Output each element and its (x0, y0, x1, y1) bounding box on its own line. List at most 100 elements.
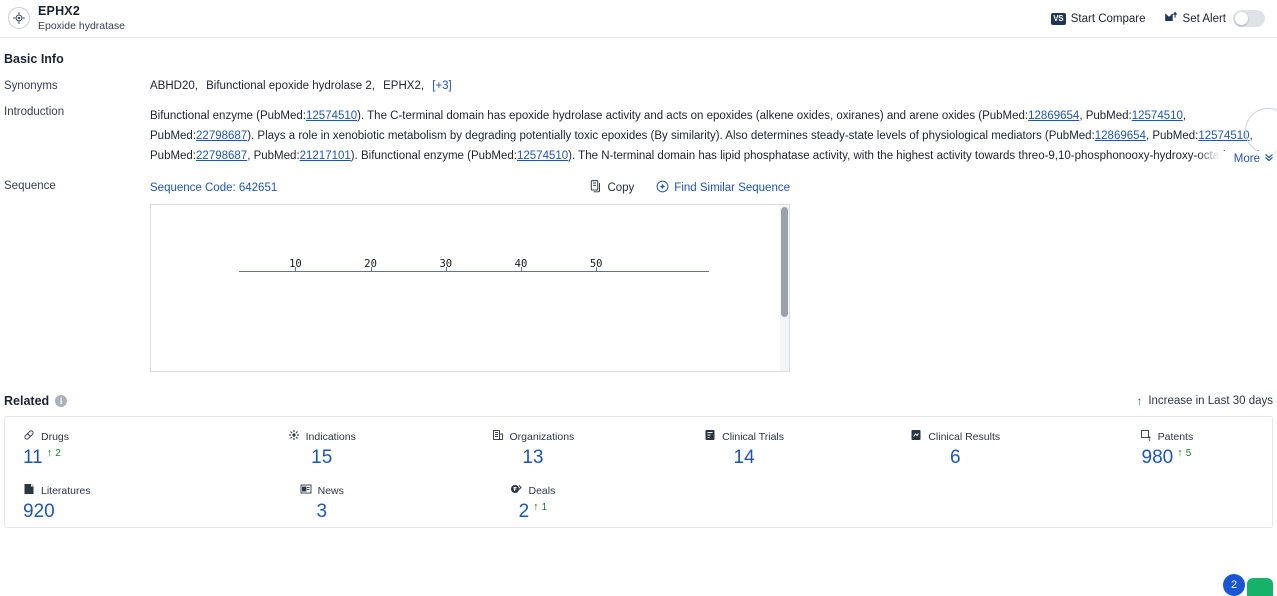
news-icon (300, 483, 312, 498)
related-title: Related (4, 394, 50, 408)
sequence-scrollbar-thumb[interactable] (781, 207, 788, 317)
stat-label: Clinical Trials (722, 430, 784, 443)
related-stats-grid: Drugs 11 ↑ 2 Indications 15 Organization… (5, 429, 1272, 521)
stat-clinical-results[interactable]: Clinical Results 6 (850, 429, 1061, 467)
synonym-item: ABHD20, (150, 80, 198, 92)
increase-legend-label: Increase in Last 30 days (1148, 395, 1273, 407)
pubmed-link[interactable]: 12574510 (1132, 110, 1183, 122)
synonyms-row: Synonyms ABHD20, Bifunctional epoxide hy… (0, 66, 1277, 92)
stat-delta: ↑ 1 (533, 501, 548, 514)
stat-clinical-trials[interactable]: Clinical Trials 14 (639, 429, 850, 467)
sequence-row: Sequence Sequence Code: 642651 Copy Find… (0, 166, 1277, 372)
increase-legend: ↑ Increase in Last 30 days (1136, 395, 1275, 407)
stat-delta-value: 5 (1185, 448, 1192, 459)
patents-icon (1140, 429, 1152, 444)
introduction-wrapper: Bifunctional enzyme (PubMed:12574510). T… (150, 106, 1277, 166)
stat-label: News (317, 484, 344, 497)
related-stats-card: Drugs 11 ↑ 2 Indications 15 Organization… (4, 416, 1273, 528)
page-title: EPHX2 (38, 4, 80, 19)
stat-patents[interactable]: Patents 980 ↑ 5 (1061, 429, 1272, 467)
arrow-up-icon: ↑ (46, 447, 53, 459)
find-similar-icon (656, 180, 669, 196)
arrow-up-icon: ↑ (1177, 447, 1183, 459)
ruler-tick-mark (370, 267, 372, 272)
stat-value: 11 (23, 447, 43, 468)
stat-value: 2 (518, 501, 530, 522)
info-icon[interactable]: i (55, 395, 68, 407)
literatures-icon (23, 483, 35, 498)
pubmed-link[interactable]: 12574510 (306, 110, 357, 122)
start-compare-button[interactable]: VS Start Compare (1050, 12, 1146, 25)
start-compare-label: Start Compare (1070, 12, 1146, 25)
introduction-row: Introduction Bifunctional enzyme (PubMed… (0, 92, 1277, 166)
floating-widget[interactable]: 2 (1223, 574, 1273, 596)
related-header: Related i ↑ Increase in Last 30 days (0, 372, 1277, 408)
clinical-trials-icon (704, 429, 716, 444)
find-similar-sequence-button[interactable]: Find Similar Sequence (656, 180, 790, 196)
stat-delta: ↑ 5 (1177, 447, 1192, 460)
find-similar-label: Find Similar Sequence (674, 182, 790, 194)
stat-label: Drugs (41, 430, 70, 443)
stat-news[interactable]: News 3 (216, 483, 427, 521)
notification-badge[interactable]: 2 (1223, 574, 1245, 596)
page: EPHX2 Epoxide hydratase VS Start Compare… (0, 0, 1277, 596)
stat-delta-value: 2 (55, 448, 61, 459)
stat-indications[interactable]: Indications 15 (216, 429, 427, 467)
set-alert-button[interactable]: Set Alert (1164, 10, 1265, 27)
sequence-actions: Copy Find Similar Sequence (590, 180, 790, 196)
arrow-up-icon: ↑ (1136, 394, 1143, 408)
arrow-up-icon: ↑ (533, 501, 539, 513)
sequence-scrollbar-track[interactable] (780, 205, 789, 371)
basic-info-title: Basic Info (4, 52, 64, 66)
stat-value: 920 (23, 501, 55, 522)
synonym-item: Bifunctional epoxide hydrolase 2, (206, 80, 375, 92)
ruler-line (239, 271, 709, 272)
pubmed-link[interactable]: 12869654 (1095, 130, 1146, 142)
alert-bell-icon (1164, 11, 1178, 27)
ruler-tick-mark (596, 267, 598, 272)
pubmed-link[interactable]: 22798687 (196, 130, 247, 142)
stat-label: Patents (1157, 430, 1194, 443)
pubmed-link[interactable]: 12574510 (517, 150, 568, 162)
header-identity: EPHX2 Epoxide hydratase (4, 5, 125, 31)
stat-label: Organizations (509, 430, 575, 443)
stat-value: 3 (316, 501, 328, 522)
header-title-block: EPHX2 Epoxide hydratase (38, 5, 125, 31)
synonyms-label: Synonyms (4, 80, 58, 92)
ruler-tick-mark (521, 267, 522, 272)
stat-label: Literatures (41, 484, 91, 497)
synonyms-value: ABHD20, Bifunctional epoxide hydrolase 2… (150, 80, 1277, 92)
deals-icon (510, 483, 523, 498)
synonyms-more-link[interactable]: [+3] (432, 80, 452, 92)
sequence-viewer[interactable]: 10 20 30 40 50 (150, 204, 790, 372)
stat-value: 13 (522, 447, 544, 468)
target-icon (8, 7, 30, 30)
copy-button[interactable]: Copy (590, 180, 634, 196)
stat-delta-value: 1 (541, 502, 548, 513)
sequence-ruler: 10 20 30 40 50 (239, 255, 709, 277)
sequence-label: Sequence (4, 180, 56, 192)
stat-label: Deals (528, 484, 556, 497)
sequence-code: Sequence Code: 642651 (150, 182, 278, 194)
stat-drugs[interactable]: Drugs 11 ↑ 2 (5, 429, 216, 467)
copy-icon (590, 180, 602, 196)
stat-value: 6 (949, 447, 961, 468)
stat-organizations[interactable]: Organizations 13 (427, 429, 638, 467)
floating-green-button[interactable] (1247, 578, 1273, 596)
pubmed-link[interactable]: 12574510 (1198, 130, 1249, 142)
stat-value: 14 (733, 447, 755, 468)
stat-literatures[interactable]: Literatures 920 (5, 483, 216, 521)
chevron-double-down-icon (1263, 151, 1275, 166)
set-alert-toggle[interactable] (1233, 10, 1265, 27)
pubmed-link[interactable]: 21217101 (300, 150, 351, 162)
introduction-text: Bifunctional enzyme (PubMed:12574510). T… (150, 110, 1266, 162)
organizations-icon (492, 429, 504, 444)
more-label: More (1233, 152, 1260, 165)
indications-icon (288, 429, 300, 444)
drugs-icon (23, 429, 35, 444)
introduction-more-button[interactable]: More (1197, 151, 1275, 166)
pubmed-link[interactable]: 12869654 (1028, 110, 1079, 122)
clinical-results-icon (910, 429, 922, 444)
pubmed-link[interactable]: 22798687 (196, 150, 247, 162)
stat-deals[interactable]: Deals 2 ↑ 1 (427, 483, 638, 521)
